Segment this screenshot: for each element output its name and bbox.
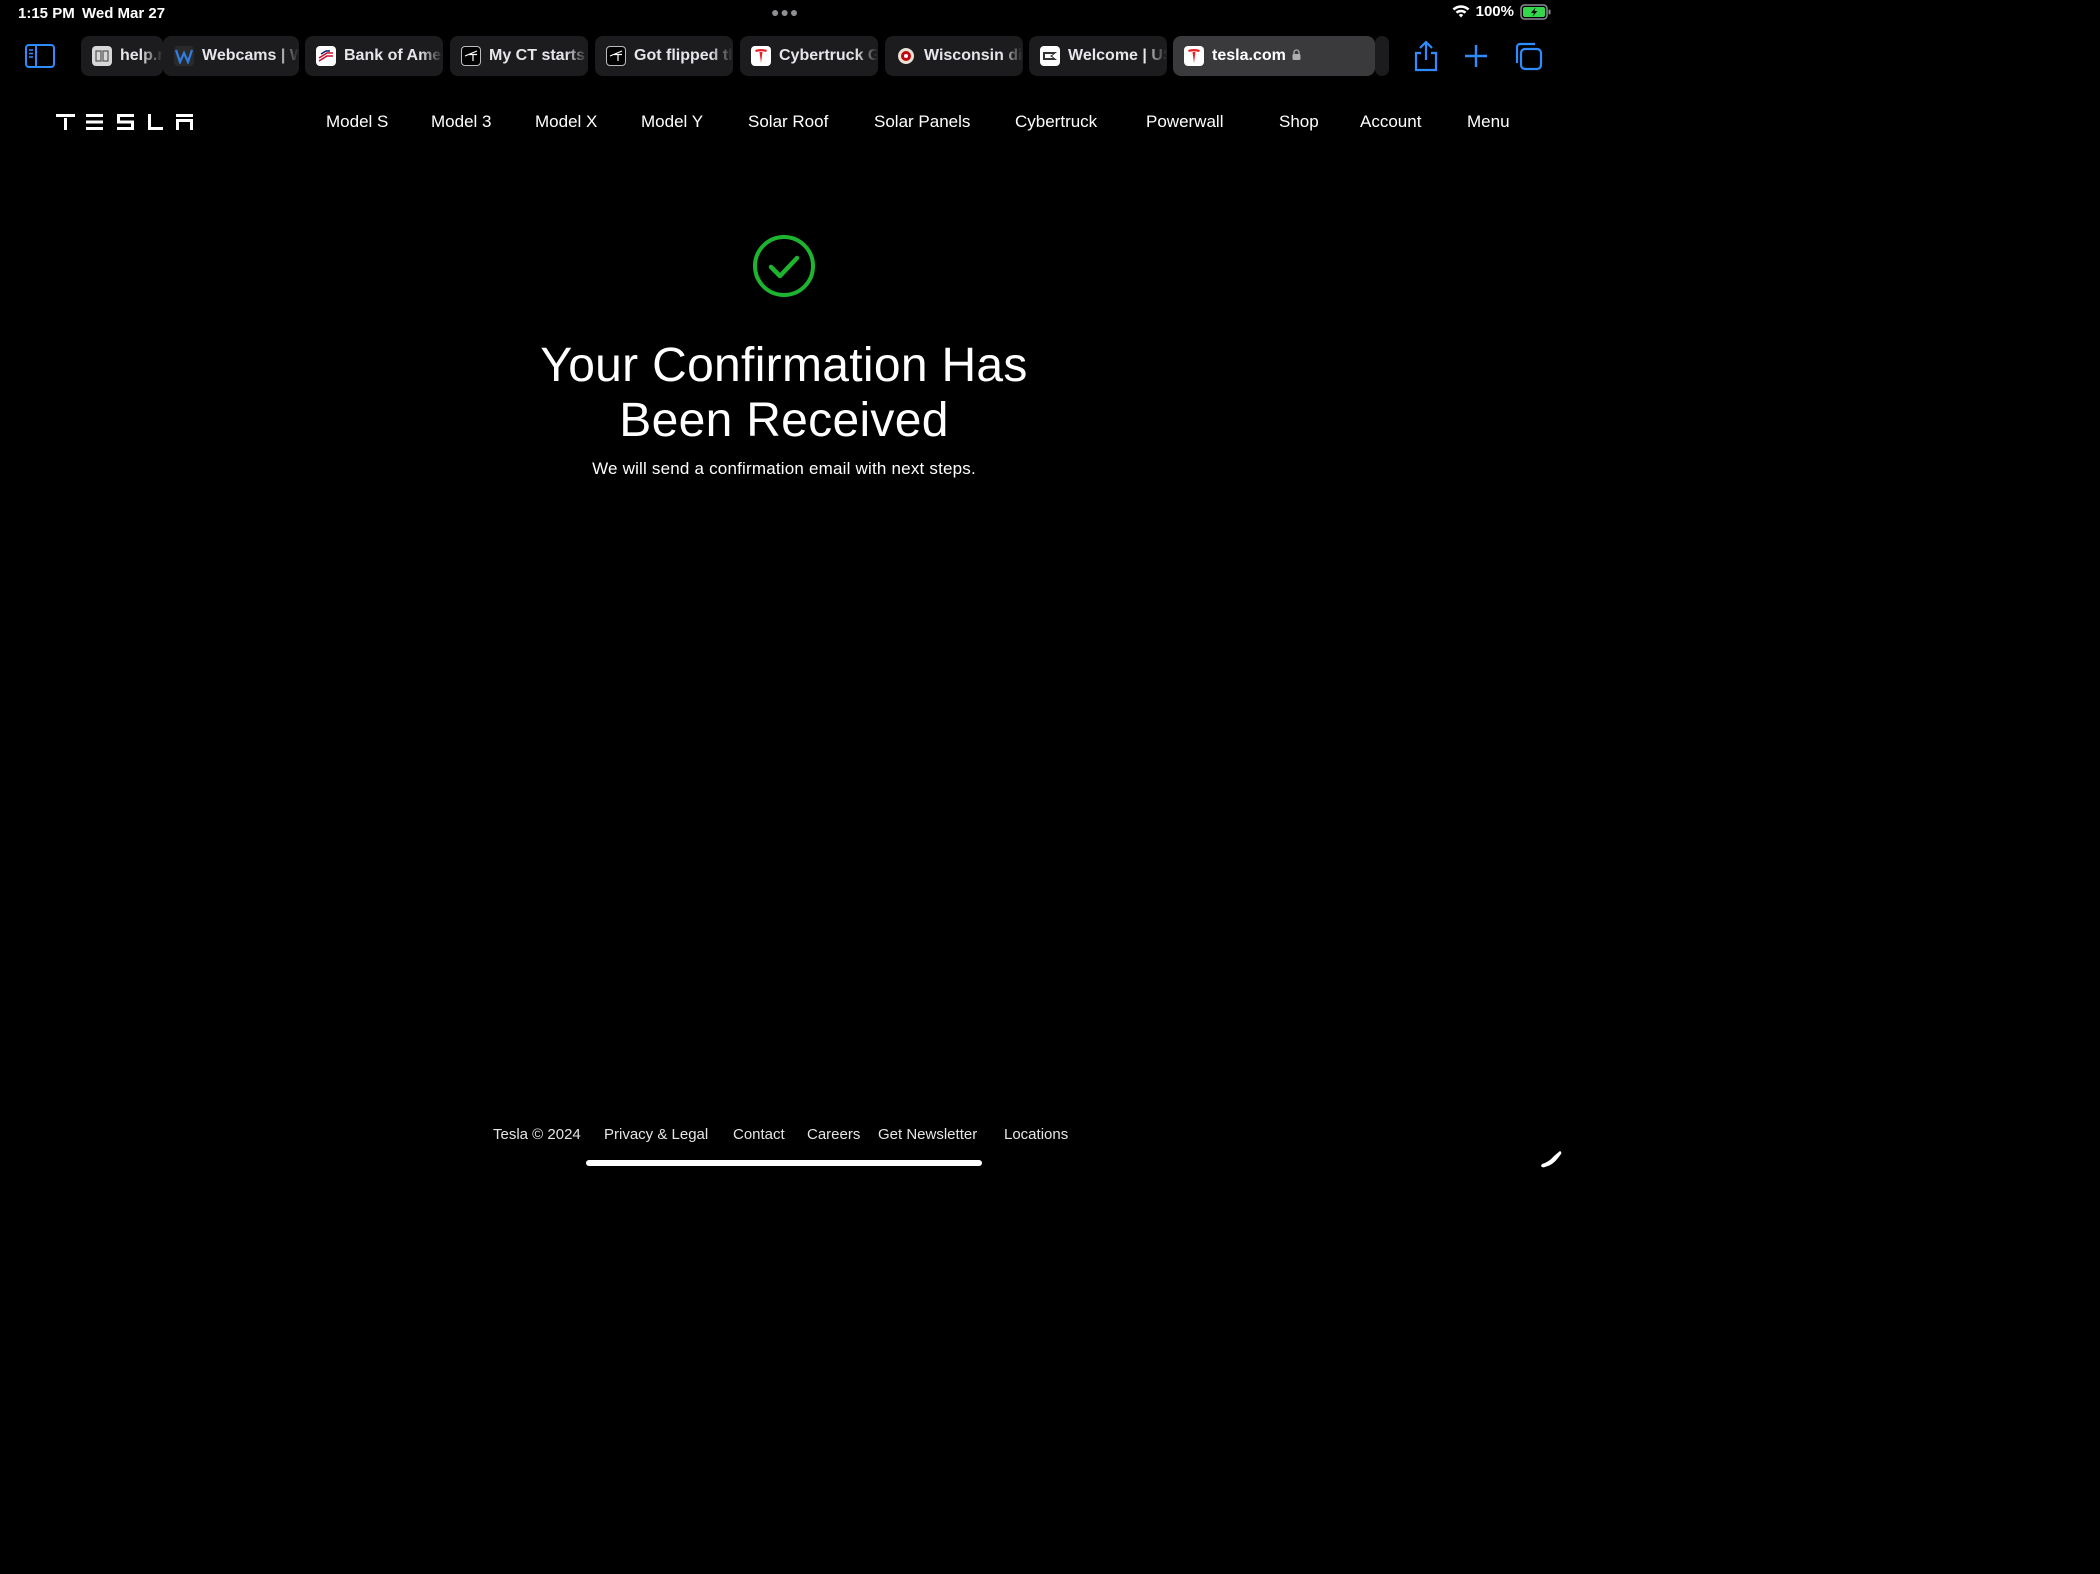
w-logo-icon — [174, 46, 194, 66]
forum-icon — [461, 46, 481, 66]
tab-tesla-com[interactable]: tesla.com — [1173, 36, 1375, 76]
share-icon[interactable] — [1410, 40, 1442, 72]
footer-contact[interactable]: Contact — [733, 1126, 785, 1143]
confirmation-subtext: We will send a confirmation email with n… — [592, 459, 976, 478]
tab-my-ct-starts[interactable]: My CT starts — [450, 36, 588, 76]
tab-strip: help.r Webcams | W Bank of Amer My CT st… — [81, 36, 1389, 76]
tab-label: tesla.com — [1212, 47, 1286, 64]
tab-overview-icon[interactable] — [1512, 40, 1544, 72]
nav-menu[interactable]: Menu — [1467, 112, 1510, 132]
tab-help[interactable]: help.r — [81, 36, 163, 76]
nav-solar-panels[interactable]: Solar Panels — [874, 112, 970, 132]
main-nav: Model S Model 3 Model X Model Y Solar Ro… — [0, 112, 1568, 134]
reader-icon — [92, 46, 112, 66]
footer-locations[interactable]: Locations — [1004, 1126, 1068, 1143]
usps-eagle-icon — [1040, 46, 1060, 66]
tab-cybertruck[interactable]: Cybertruck G — [740, 36, 878, 76]
lock-icon — [1292, 47, 1301, 65]
tesla-t-icon — [751, 46, 771, 66]
home-indicator[interactable] — [586, 1160, 982, 1166]
tab-wisconsin[interactable]: Wisconsin di — [885, 36, 1023, 76]
footer-privacy-legal[interactable]: Privacy & Legal — [604, 1126, 708, 1143]
site-footer: Tesla © 2024 Privacy & Legal Contact Car… — [0, 1126, 1568, 1148]
battery-percent: 100% — [1475, 3, 1514, 20]
badger-icon — [896, 46, 916, 66]
sidebar-toggle-icon[interactable] — [24, 42, 56, 70]
new-tab-plus-icon[interactable] — [1460, 40, 1492, 72]
footer-copyright: Tesla © 2024 — [493, 1126, 581, 1143]
nav-model-3[interactable]: Model 3 — [431, 112, 491, 132]
multitasking-dots-icon[interactable]: ●●● — [771, 4, 799, 20]
nav-powerwall[interactable]: Powerwall — [1146, 112, 1223, 132]
nav-solar-roof[interactable]: Solar Roof — [748, 112, 828, 132]
heading-line-1: Your Confirmation Has — [540, 339, 1028, 392]
nav-shop[interactable]: Shop — [1279, 112, 1319, 132]
footer-get-newsletter[interactable]: Get Newsletter — [878, 1126, 977, 1143]
status-date: Wed Mar 27 — [82, 5, 166, 22]
tab-bank-of-america[interactable]: Bank of Amer — [305, 36, 443, 76]
confirmation-heading: Your Confirmation Has Been Received — [384, 338, 1184, 448]
bank-flag-icon — [316, 46, 336, 66]
phone-handset-icon[interactable] — [1540, 1149, 1564, 1174]
wifi-icon — [1452, 4, 1470, 19]
tab-got-flipped[interactable]: Got flipped tl — [595, 36, 733, 76]
success-check-icon — [752, 234, 816, 298]
footer-careers[interactable]: Careers — [807, 1126, 860, 1143]
nav-cybertruck[interactable]: Cybertruck — [1015, 112, 1097, 132]
tab-webcams[interactable]: Webcams | W — [163, 36, 299, 76]
forum-icon — [606, 46, 626, 66]
nav-model-s[interactable]: Model S — [326, 112, 388, 132]
status-time: 1:15 PM — [18, 5, 75, 22]
tab-overflow[interactable] — [1375, 36, 1389, 76]
tab-usps[interactable]: Welcome | US — [1029, 36, 1167, 76]
nav-account[interactable]: Account — [1360, 112, 1421, 132]
tesla-t-icon — [1184, 46, 1204, 66]
nav-model-y[interactable]: Model Y — [641, 112, 703, 132]
status-right: 100% — [1452, 3, 1552, 20]
heading-line-2: Been Received — [619, 394, 949, 447]
battery-charging-icon — [1520, 3, 1552, 20]
nav-model-x[interactable]: Model X — [535, 112, 597, 132]
